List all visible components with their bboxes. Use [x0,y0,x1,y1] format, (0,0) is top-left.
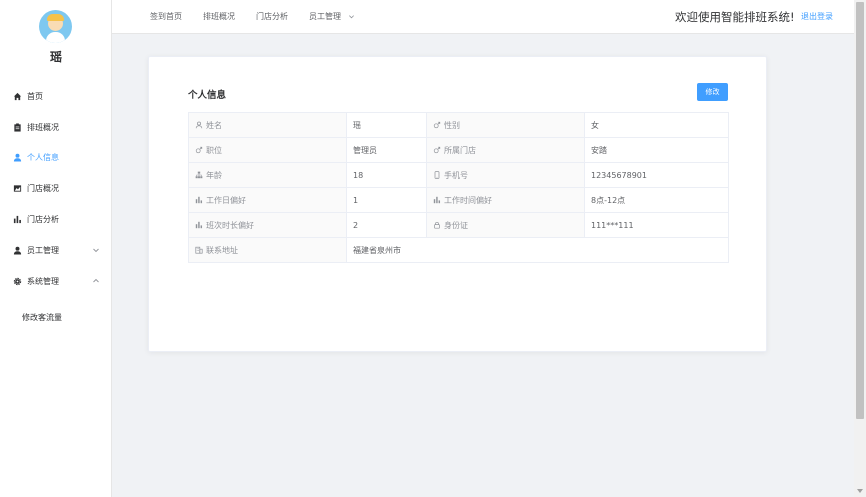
table-row: 姓名 瑶 性别 女 [188,112,729,138]
field-label: 性别 [426,112,585,138]
clipboard-icon [14,122,21,132]
nav-checkin-home[interactable]: 签到首页 [150,0,182,34]
sidebar-subitem-edit-customer-flow[interactable]: 修改客流量 [0,306,112,328]
sidebar-item-system-management[interactable]: 系统管理 [0,270,112,292]
chevron-down-icon [93,248,99,253]
sidebar-item-profile[interactable]: 个人信息 [0,146,112,168]
field-label: 工作日偏好 [188,187,347,213]
sidebar-item-label: 员工管理 [27,245,59,255]
field-value: 1 [346,187,427,213]
sitemap-icon [195,171,203,178]
user-outline-icon [195,121,203,128]
field-value: 瑶 [346,112,427,138]
field-label: 班次时长偏好 [188,212,347,238]
field-label: 身份证 [426,212,585,238]
user-icon [13,153,22,162]
table-row: 班次时长偏好 2 身份证 111***111 [188,212,729,238]
table-row: 职位 管理员 所属门店 安踏 [188,137,729,163]
chevron-up-icon [93,278,99,283]
field-value: 111***111 [584,212,729,238]
sidebar-item-label: 首页 [27,91,43,101]
sidebar-item-schedule[interactable]: 排班概况 [0,116,112,138]
sidebar-item-staff-management[interactable]: 员工管理 [0,239,112,261]
field-value: 2 [346,212,427,238]
field-value: 女 [584,112,729,138]
field-label: 联系地址 [188,237,347,263]
nav-store-analysis[interactable]: 门店分析 [256,0,288,34]
scrollbar-thumb[interactable] [856,2,864,419]
profile-table: 姓名 瑶 性别 女 职位 管理员 所属门店 安踏 年龄 18 手机号 12345… [188,112,729,263]
scroll-down-arrow-icon[interactable] [857,489,863,493]
bar-chart-icon [13,215,21,223]
gear-icon [13,277,22,285]
nav-schedule-overview[interactable]: 排班概况 [203,0,235,34]
field-label: 手机号 [426,162,585,188]
field-value: 8点-12点 [584,187,729,213]
field-label: 工作时间偏好 [426,187,585,213]
office-building-icon [195,246,203,254]
field-label: 年龄 [188,162,347,188]
lock-icon [434,221,440,229]
sidebar-item-label: 系统管理 [27,276,59,286]
sidebar-item-store-analysis[interactable]: 门店分析 [0,208,112,230]
field-value: 管理员 [346,137,427,163]
edit-button[interactable]: 修改 [697,83,728,101]
sidebar-item-store-overview[interactable]: 门店概况 [0,177,112,199]
profile-card: 个人信息 修改 姓名 瑶 性别 女 职位 管理员 所属门店 安踏 年龄 18 手… [148,56,767,352]
chevron-down-icon [348,15,354,19]
sidebar-item-label: 门店概况 [27,183,59,193]
male-icon [433,121,441,128]
male-icon [195,146,203,153]
sidebar-item-label: 排班概况 [27,122,59,132]
avatar[interactable] [39,10,72,43]
field-value: 福建省泉州市 [346,237,729,263]
mobile-icon [434,170,440,179]
field-value: 18 [346,162,427,188]
user-name: 瑶 [49,50,62,64]
table-row: 工作日偏好 1 工作时间偏好 8点-12点 [188,187,729,213]
sidebar-item-label: 个人信息 [27,152,59,162]
chart-area-icon [13,184,22,192]
field-label: 所属门店 [426,137,585,163]
sidebar: 瑶 首页 排班概况 个人信息 门店概况 门店分析 员工管理 系统管理 修改客流量 [0,0,112,497]
sidebar-item-label: 门店分析 [27,214,59,224]
card-title: 个人信息 [188,90,227,101]
table-row: 联系地址 福建省泉州市 [188,237,729,263]
bar-chart-icon [195,196,203,203]
users-icon [13,246,22,255]
male-icon [433,146,441,153]
top-navbar: 签到首页 排班概况 门店分析 员工管理 欢迎使用智能排班系统! 退出登录 [112,0,854,34]
home-icon [13,92,22,100]
field-value: 安踏 [584,137,729,163]
nav-staff-management-label: 员工管理 [309,12,341,21]
field-label: 职位 [188,137,347,163]
field-label: 姓名 [188,112,347,138]
field-value: 12345678901 [584,162,729,188]
sidebar-item-home[interactable]: 首页 [0,85,112,107]
nav-staff-management[interactable]: 员工管理 [309,0,355,34]
table-row: 年龄 18 手机号 12345678901 [188,162,729,188]
bar-chart-icon [433,196,441,203]
sidebar-subitem-label: 修改客流量 [22,312,62,322]
welcome-message: 欢迎使用智能排班系统! [675,10,795,24]
logout-link[interactable]: 退出登录 [801,0,833,34]
bar-chart-icon [195,221,203,228]
